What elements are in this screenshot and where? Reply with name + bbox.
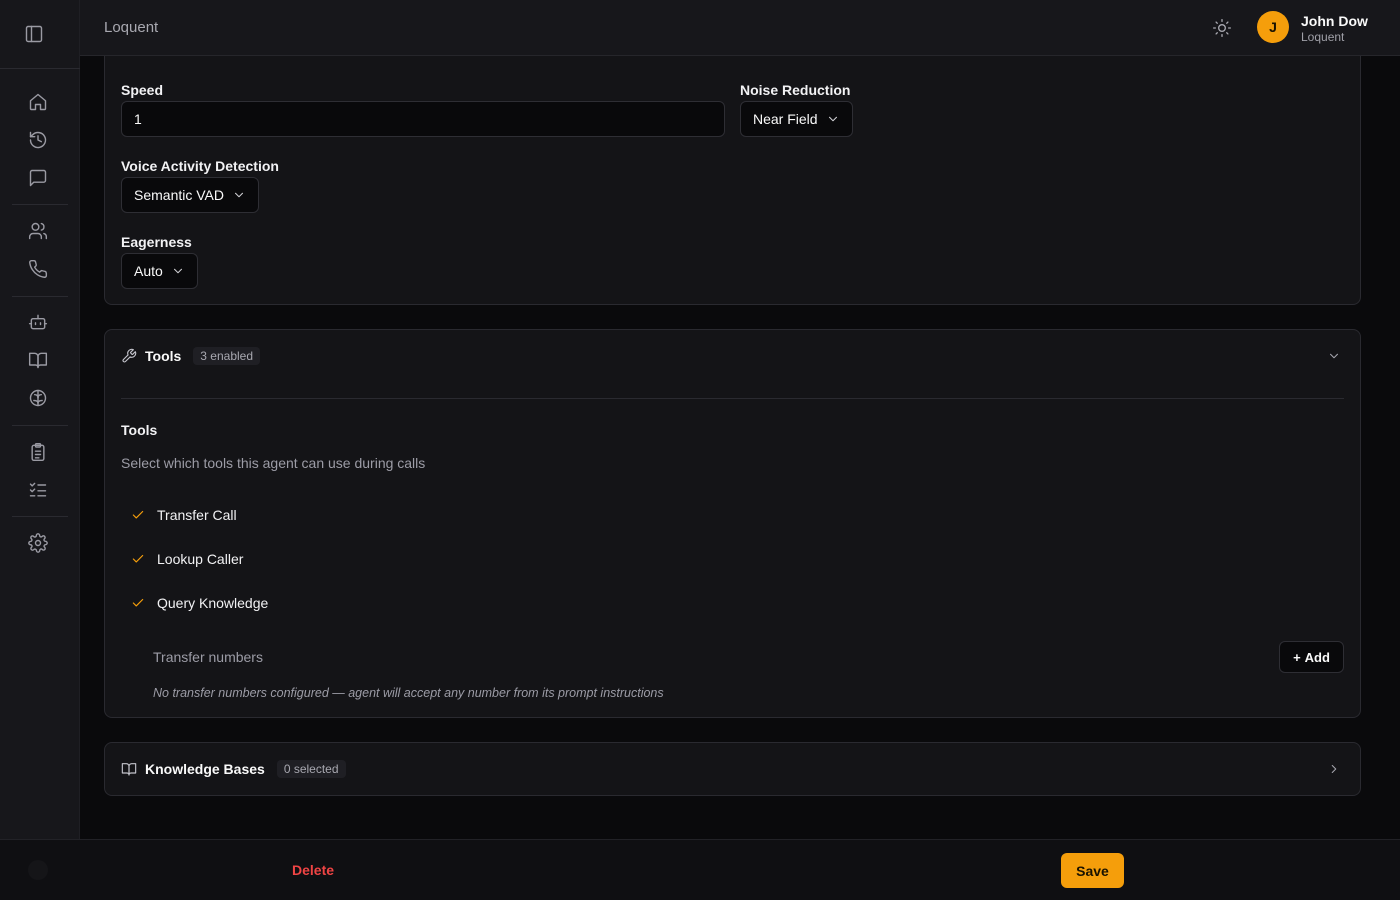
tool-option-label: Transfer Call bbox=[157, 507, 237, 523]
chevron-down-icon bbox=[234, 192, 244, 198]
noise-reduction-value: Near Field bbox=[753, 111, 818, 127]
sidebar-toggle-icon[interactable] bbox=[22, 22, 46, 46]
bot-icon[interactable] bbox=[26, 310, 50, 334]
theme-toggle-sun-icon[interactable] bbox=[1210, 16, 1234, 40]
noise-reduction-select[interactable]: Near Field bbox=[740, 101, 853, 137]
tools-subtitle: Tools bbox=[121, 422, 158, 438]
settings-icon[interactable] bbox=[26, 531, 50, 555]
home-icon[interactable] bbox=[26, 90, 50, 114]
sidebar-divider bbox=[12, 204, 68, 205]
book-icon[interactable] bbox=[26, 348, 50, 372]
user-org: Loquent bbox=[1301, 30, 1345, 44]
sidebar bbox=[0, 0, 80, 900]
list-checks-icon[interactable] bbox=[26, 478, 50, 502]
top-header: Loquent J John Dow Loquent bbox=[80, 0, 1400, 56]
vad-value: Semantic VAD bbox=[134, 187, 224, 203]
book-open-icon bbox=[121, 763, 137, 776]
tool-option-lookup-caller[interactable]: Lookup Caller bbox=[131, 551, 243, 567]
voice-settings-card: Speed Noise Reduction Near Field Voice A… bbox=[104, 56, 1361, 305]
save-button[interactable]: Save bbox=[1061, 853, 1124, 888]
tools-enabled-badge: 3 enabled bbox=[193, 347, 261, 365]
knowledge-bases-title: Knowledge Bases bbox=[145, 761, 265, 777]
check-icon bbox=[132, 554, 144, 563]
sidebar-divider bbox=[12, 516, 68, 517]
knowledge-bases-expand-button[interactable] bbox=[1324, 759, 1344, 779]
eagerness-label: Eagerness bbox=[121, 234, 192, 250]
delete-button[interactable]: Delete bbox=[292, 862, 334, 878]
tool-option-transfer-call[interactable]: Transfer Call bbox=[131, 507, 237, 523]
footer-action-bar: Delete Save bbox=[0, 839, 1400, 900]
wrench-icon bbox=[122, 348, 137, 363]
tools-divider bbox=[121, 398, 1344, 399]
speed-input[interactable] bbox=[121, 101, 725, 137]
sidebar-footer-avatar bbox=[28, 860, 48, 880]
sidebar-divider bbox=[0, 68, 80, 69]
user-name: John Dow bbox=[1301, 13, 1368, 29]
tools-header[interactable]: Tools 3 enabled bbox=[121, 347, 261, 365]
avatar[interactable]: J bbox=[1257, 11, 1289, 43]
tools-description: Select which tools this agent can use du… bbox=[121, 455, 426, 471]
noise-reduction-label: Noise Reduction bbox=[740, 82, 851, 98]
vad-select[interactable]: Semantic VAD bbox=[121, 177, 259, 213]
add-transfer-number-button[interactable]: + Add bbox=[1279, 641, 1344, 673]
transfer-numbers-empty-note: No transfer numbers configured — agent w… bbox=[153, 686, 664, 700]
sidebar-divider bbox=[12, 296, 68, 297]
eagerness-value: Auto bbox=[134, 263, 163, 279]
sidebar-divider bbox=[12, 425, 68, 426]
app-root: Loquent J John Dow Loquent Speed Noise R… bbox=[0, 0, 1400, 900]
eagerness-select[interactable]: Auto bbox=[121, 253, 198, 289]
vad-label: Voice Activity Detection bbox=[121, 158, 279, 174]
tools-title: Tools bbox=[145, 348, 182, 364]
chat-icon[interactable] bbox=[26, 166, 50, 190]
main-content: Speed Noise Reduction Near Field Voice A… bbox=[80, 56, 1400, 839]
tool-option-label: Lookup Caller bbox=[157, 551, 244, 567]
history-icon[interactable] bbox=[26, 128, 50, 152]
check-icon bbox=[132, 598, 144, 607]
chevron-down-icon bbox=[828, 116, 837, 122]
chevron-right-icon bbox=[1331, 764, 1337, 774]
knowledge-bases-card[interactable]: Knowledge Bases 0 selected bbox=[104, 742, 1361, 796]
knowledge-bases-header[interactable]: Knowledge Bases 0 selected bbox=[121, 760, 346, 778]
add-button-label: Add bbox=[1304, 649, 1330, 665]
users-icon[interactable] bbox=[26, 219, 50, 243]
chevron-down-icon bbox=[173, 268, 182, 274]
tool-option-query-knowledge[interactable]: Query Knowledge bbox=[131, 595, 268, 611]
breadcrumb-brand: Loquent bbox=[104, 19, 159, 36]
chevron-down-icon bbox=[1329, 353, 1339, 359]
tools-collapse-button[interactable] bbox=[1324, 346, 1344, 366]
tool-option-label: Query Knowledge bbox=[157, 595, 269, 611]
brain-icon[interactable] bbox=[26, 386, 50, 410]
clipboard-icon[interactable] bbox=[26, 440, 50, 464]
check-icon bbox=[132, 510, 144, 519]
tools-card: Tools 3 enabled Tools Select which tools… bbox=[104, 329, 1361, 718]
speed-label: Speed bbox=[121, 82, 164, 98]
phone-icon[interactable] bbox=[26, 257, 50, 281]
transfer-numbers-label: Transfer numbers bbox=[153, 649, 263, 665]
plus-icon: + bbox=[1293, 649, 1301, 665]
knowledge-bases-badge: 0 selected bbox=[276, 760, 346, 778]
